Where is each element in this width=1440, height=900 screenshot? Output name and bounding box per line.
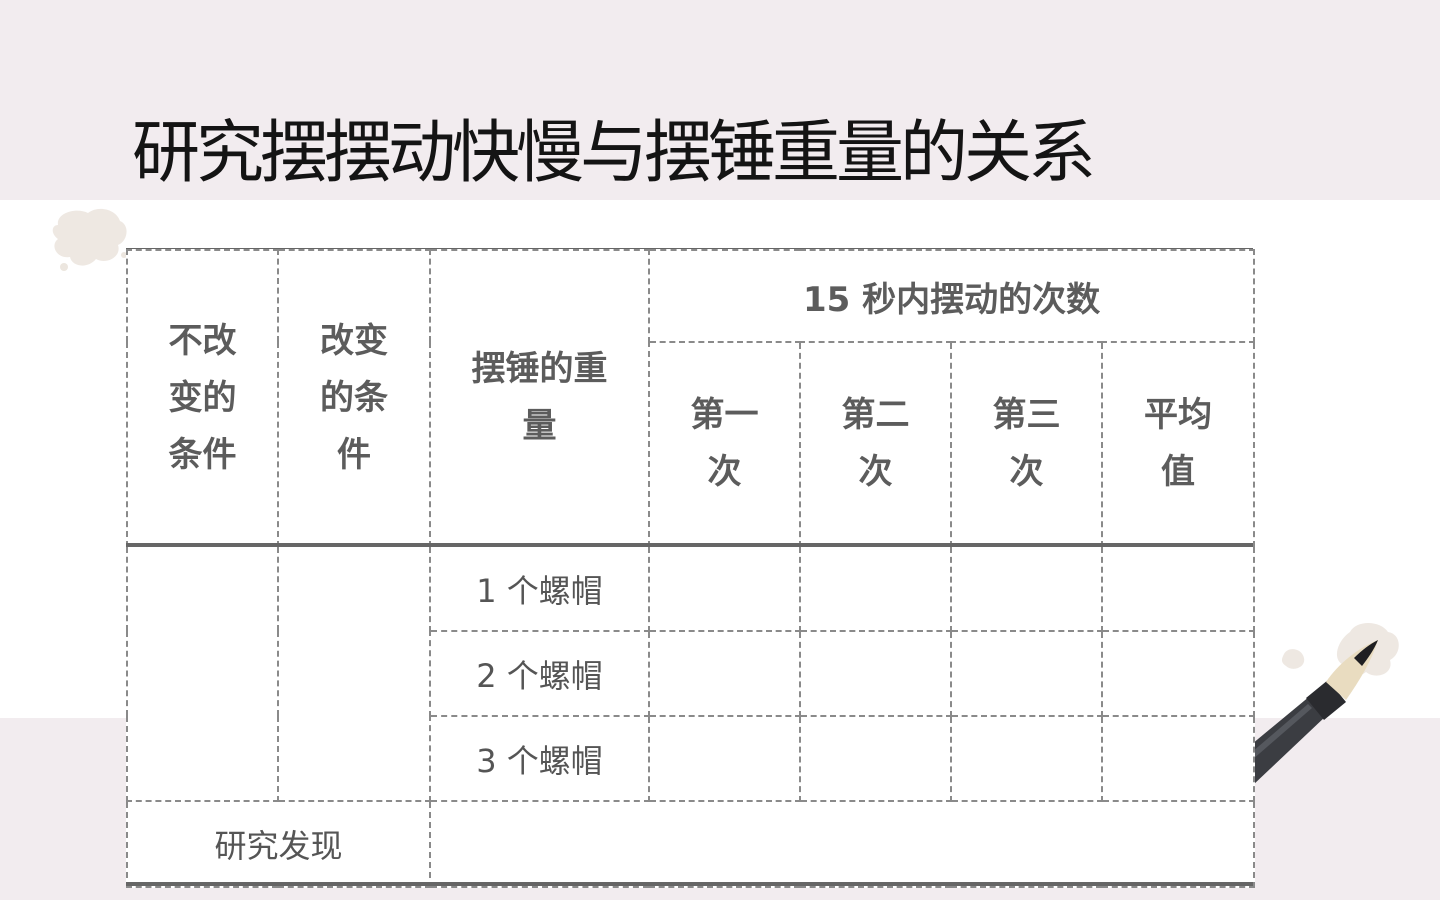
first-trial-cell[interactable] bbox=[648, 715, 801, 802]
header-changed-conditions: 改变的条件 bbox=[277, 249, 431, 547]
header-second-trial: 第二次 bbox=[799, 341, 952, 547]
ink-blot-icon bbox=[52, 208, 127, 271]
third-trial-cell[interactable] bbox=[950, 715, 1103, 802]
header-first-trial: 第一次 bbox=[648, 341, 801, 547]
header-average: 平均值 bbox=[1100, 341, 1256, 547]
second-trial-cell[interactable] bbox=[799, 545, 952, 632]
header-third-trial: 第三次 bbox=[950, 341, 1103, 547]
average-cell[interactable] bbox=[1100, 545, 1256, 632]
first-trial-cell[interactable] bbox=[648, 630, 801, 717]
weight-cell: 2 个螺帽 bbox=[429, 630, 650, 717]
header-swings-in-15s: 15 秒内摆动的次数 bbox=[647, 249, 1256, 343]
header-pendulum-weight: 摆锤的重量 bbox=[429, 249, 650, 547]
page-title: 研究摆摆动快慢与摆锤重量的关系 bbox=[132, 114, 1096, 193]
average-cell[interactable] bbox=[1100, 715, 1256, 802]
brush-pen-icon bbox=[1252, 640, 1378, 786]
weight-cell: 1 个螺帽 bbox=[429, 545, 650, 632]
first-trial-cell[interactable] bbox=[648, 545, 801, 632]
findings-row: 研究发现 bbox=[126, 800, 1256, 888]
header-unchanged-conditions: 不改变的条件 bbox=[126, 249, 279, 547]
header-bottom-rule bbox=[126, 543, 1253, 547]
second-trial-cell[interactable] bbox=[799, 715, 952, 802]
findings-input-cell[interactable] bbox=[428, 800, 1256, 888]
experiment-table: 不改变的条件 改变的条件 摆锤的重量 15 秒内摆动的次数 第一次 第二次 第三… bbox=[126, 249, 1256, 888]
weight-cell: 3 个螺帽 bbox=[429, 715, 650, 802]
average-cell[interactable] bbox=[1100, 630, 1256, 717]
table-row: 1 个螺帽 bbox=[126, 545, 1256, 802]
third-trial-cell[interactable] bbox=[950, 545, 1103, 632]
third-trial-cell[interactable] bbox=[950, 630, 1103, 717]
second-trial-cell[interactable] bbox=[799, 630, 952, 717]
table-bottom-rule bbox=[126, 882, 1253, 886]
findings-label-cell: 研究发现 bbox=[126, 800, 431, 888]
unchanged-conditions-cell[interactable] bbox=[126, 545, 279, 802]
changed-conditions-cell[interactable] bbox=[277, 545, 431, 802]
